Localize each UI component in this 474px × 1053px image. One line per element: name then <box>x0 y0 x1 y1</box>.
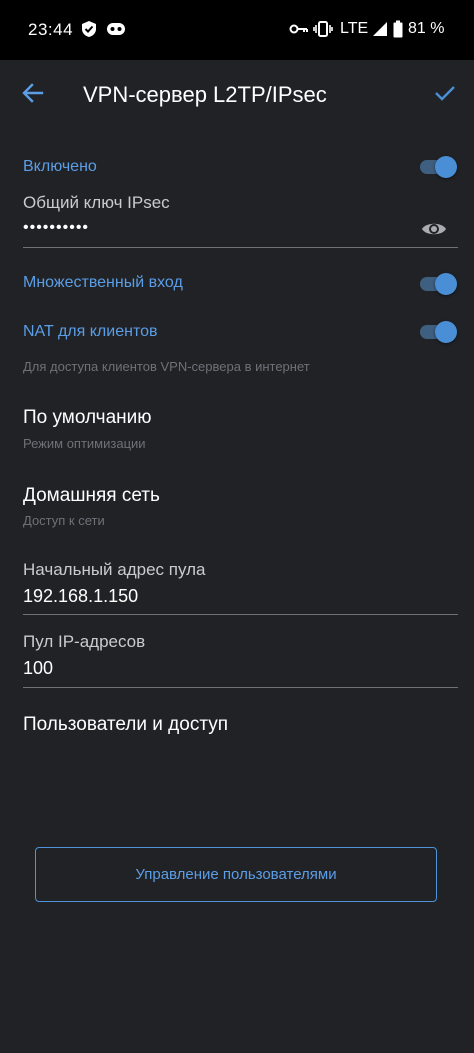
battery-icon <box>393 20 403 43</box>
signal-icon <box>372 20 388 43</box>
vibrate-icon <box>313 20 333 43</box>
ipsec-key-label: Общий ключ IPsec <box>23 193 170 212</box>
nat-hint: Для доступа клиентов VPN-сервера в интер… <box>23 359 310 374</box>
ipsec-key-underline <box>23 247 458 248</box>
network-title: Домашняя сеть <box>23 485 160 506</box>
enabled-toggle[interactable] <box>420 156 458 178</box>
save-button[interactable] <box>426 74 464 112</box>
multi-login-label: Множественный вход <box>23 274 183 291</box>
optimization-title: По умолчанию <box>23 407 152 428</box>
enabled-label: Включено <box>23 158 97 175</box>
page-title: VPN-сервер L2TP/IPsec <box>83 82 327 107</box>
pool-start-label: Начальный адрес пула <box>23 560 206 579</box>
network-subtitle: Доступ к сети <box>23 513 105 528</box>
multi-login-toggle[interactable] <box>420 273 458 295</box>
key-icon <box>289 20 309 43</box>
status-bar: 23:44 LTE 81 % <box>0 0 474 60</box>
battery-percent: 81 % <box>408 20 445 37</box>
pool-start-underline <box>23 614 458 615</box>
toggle-knob <box>435 273 457 295</box>
show-password-button[interactable] <box>419 216 449 242</box>
check-icon <box>435 86 455 101</box>
status-time: 23:44 <box>28 20 74 39</box>
shield-icon <box>80 20 98 43</box>
users-section-title: Пользователи и доступ <box>23 714 229 735</box>
toggle-knob <box>435 321 457 343</box>
nat-label: NAT для клиентов <box>23 323 158 340</box>
nat-toggle[interactable] <box>420 321 458 343</box>
game-controller-icon <box>106 20 126 43</box>
pool-size-label: Пул IP-адресов <box>23 632 146 651</box>
back-button[interactable] <box>14 74 52 112</box>
optimization-subtitle: Режим оптимизации <box>23 436 146 451</box>
screen: 23:44 LTE 81 % VPN-сервер L2TP/IPsec Вкл… <box>0 0 474 1053</box>
pool-size-field[interactable]: 100 <box>23 658 53 679</box>
app-bar: VPN-сервер L2TP/IPsec <box>0 60 474 128</box>
pool-start-field[interactable]: 192.168.1.150 <box>23 586 138 607</box>
network-type: LTE <box>340 20 369 37</box>
ipsec-key-field[interactable]: •••••••••• <box>23 219 89 237</box>
toggle-knob <box>435 156 457 178</box>
eye-icon <box>422 223 446 235</box>
arrow-left-icon <box>22 83 44 103</box>
manage-users-button[interactable]: Управление пользователями <box>35 847 437 902</box>
pool-size-underline <box>23 687 458 688</box>
